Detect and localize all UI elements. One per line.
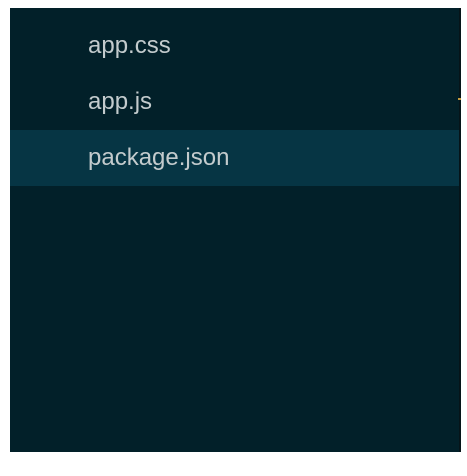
file-item-app-js[interactable]: app.js: [10, 74, 459, 130]
file-explorer-panel: app.css app.js package.json: [10, 8, 461, 452]
scroll-marker: [458, 98, 461, 100]
file-list: app.css app.js package.json: [10, 18, 459, 186]
screenshot-frame: app.css app.js package.json: [0, 0, 467, 476]
file-item-package-json[interactable]: package.json: [10, 130, 459, 186]
file-name-label: package.json: [88, 144, 230, 171]
file-name-label: app.css: [88, 32, 171, 59]
file-item-app-css[interactable]: app.css: [10, 18, 459, 74]
panel-divider: [459, 8, 461, 452]
file-name-label: app.js: [88, 88, 153, 115]
